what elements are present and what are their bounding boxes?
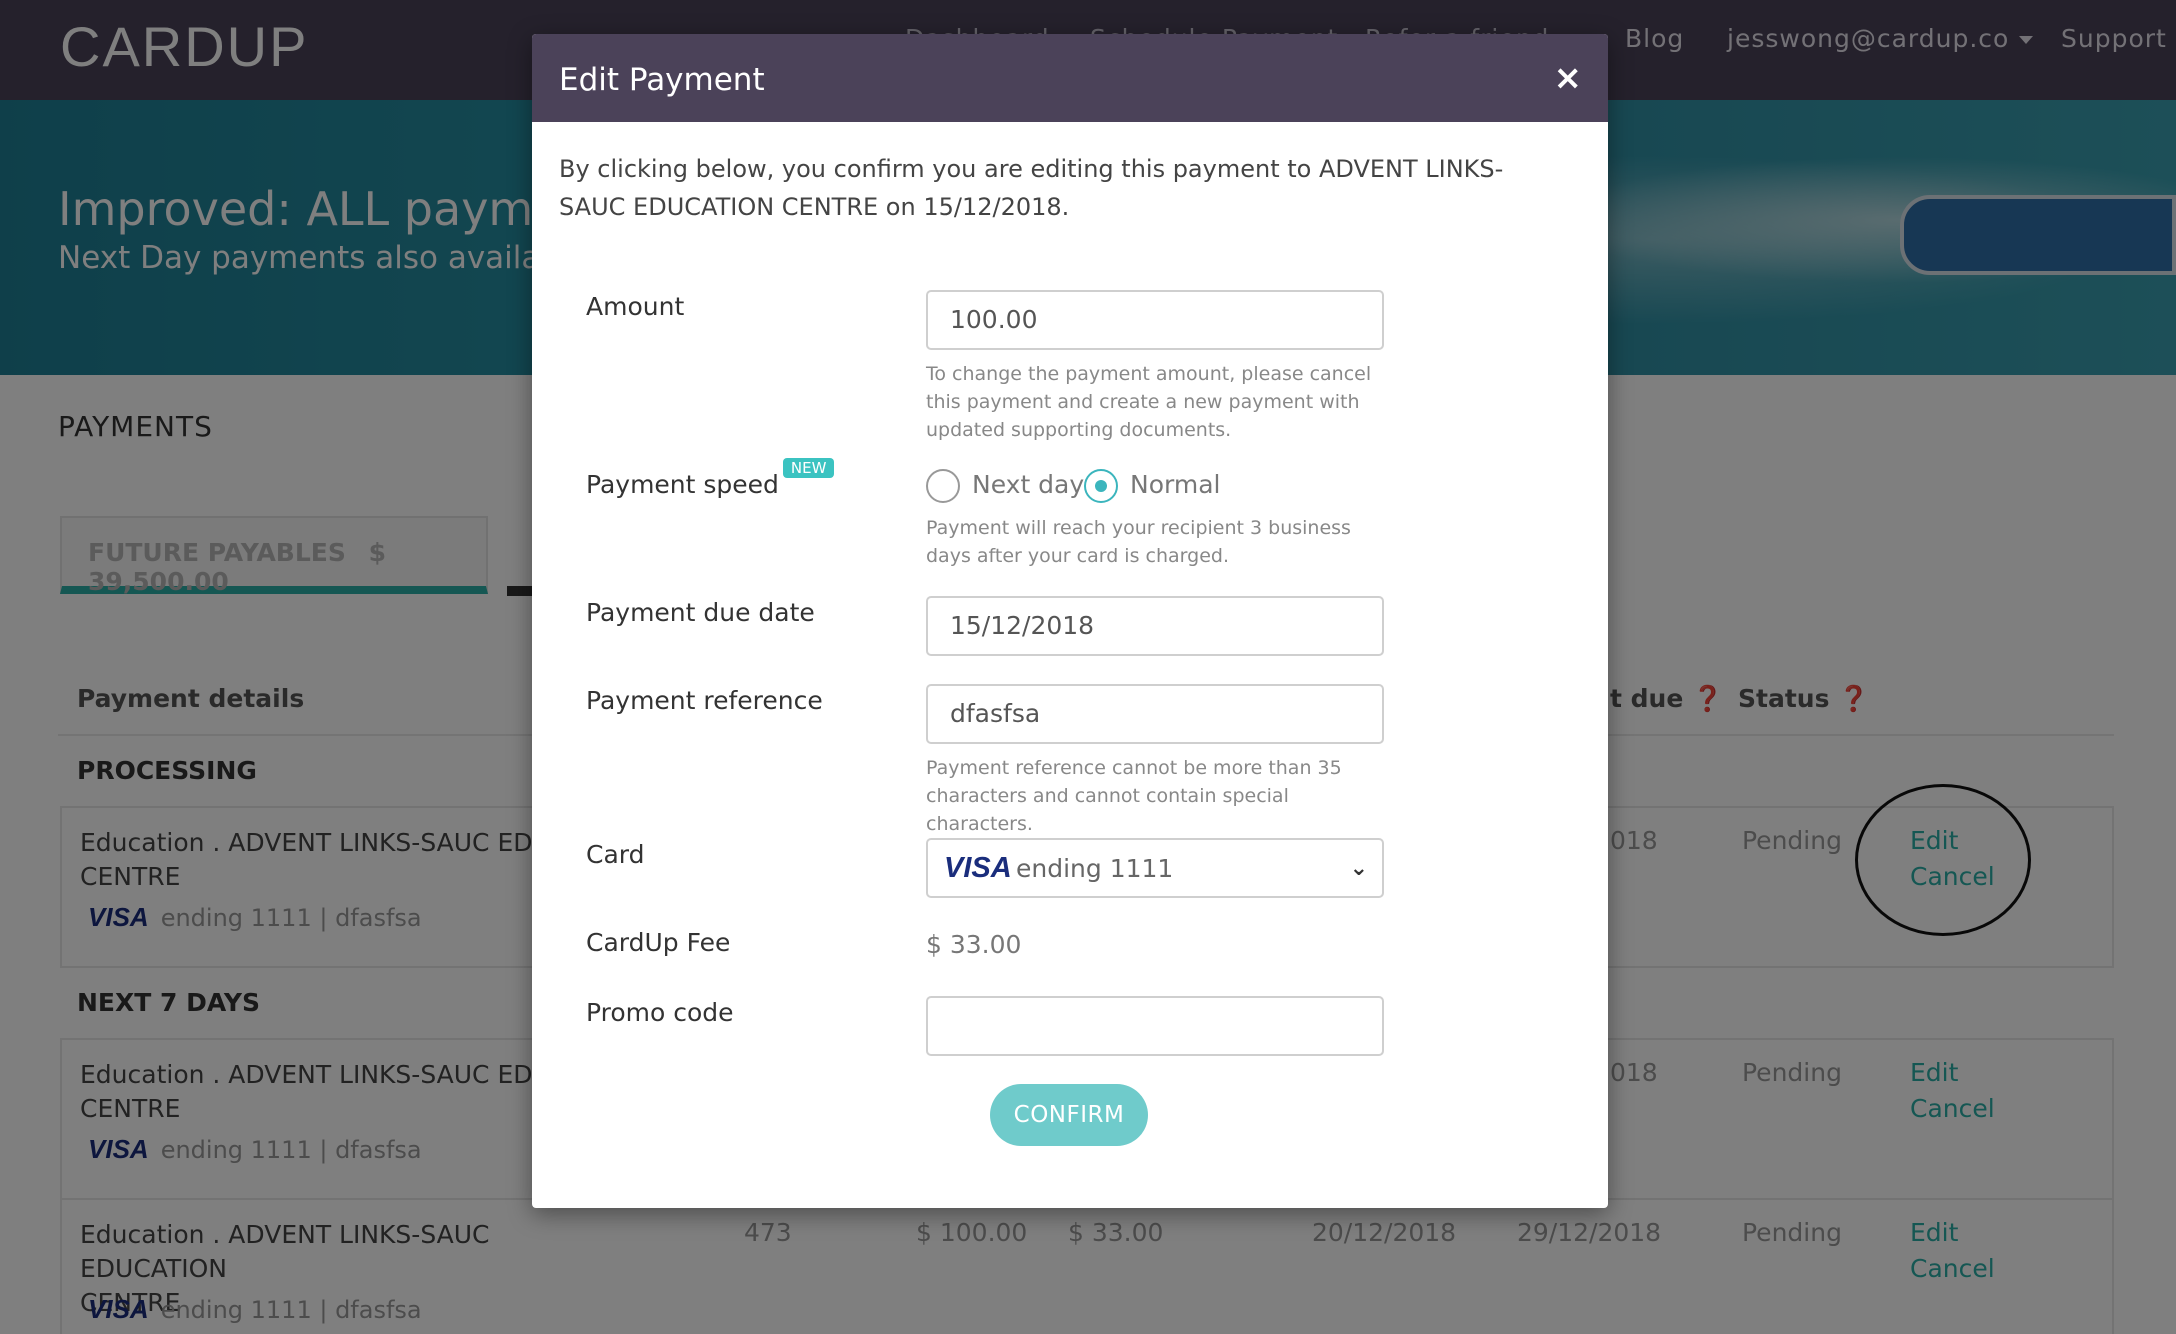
reference-label: Payment reference [586,686,823,715]
amount-help: To change the payment amount, please can… [926,363,1372,441]
promo-label: Promo code [586,998,734,1027]
card-value: ending 1111 [1016,854,1174,883]
close-icon[interactable]: × [1554,58,1583,98]
fee-value: $ 33.00 [926,930,1022,959]
edit-payment-modal: Edit Payment × By clicking below, you co… [532,34,1608,1208]
speed-help: Payment will reach your recipient 3 busi… [926,517,1351,567]
modal-header: Edit Payment × [532,34,1608,122]
new-badge: NEW [782,458,835,478]
promo-code-field[interactable] [926,996,1384,1056]
due-date-field[interactable]: 15/12/2018 [926,596,1384,656]
visa-logo: VISA [944,852,1012,884]
radio-normal[interactable]: Normal [1084,469,1220,503]
radio-unchecked-icon [926,469,960,503]
radio-checked-icon [1084,469,1118,503]
reference-help: Payment reference cannot be more than 35… [926,757,1342,835]
card-select[interactable]: VISA ending 1111 ⌄ [926,838,1384,898]
radio-next-day[interactable]: Next day [926,469,1084,503]
due-date-label: Payment due date [586,598,815,627]
modal-title: Edit Payment [559,62,765,98]
amount-label: Amount [586,292,685,321]
fee-label: CardUp Fee [586,928,731,957]
confirm-button[interactable]: CONFIRM [990,1084,1148,1146]
modal-intro: By clicking below, you confirm you are e… [559,155,1504,221]
amount-field[interactable]: 100.00 [926,290,1384,350]
card-label: Card [586,840,645,869]
payment-speed-label: Payment speedNEW [586,458,835,499]
chevron-down-icon: ⌄ [1349,856,1368,881]
reference-field[interactable]: dfasfsa [926,684,1384,744]
